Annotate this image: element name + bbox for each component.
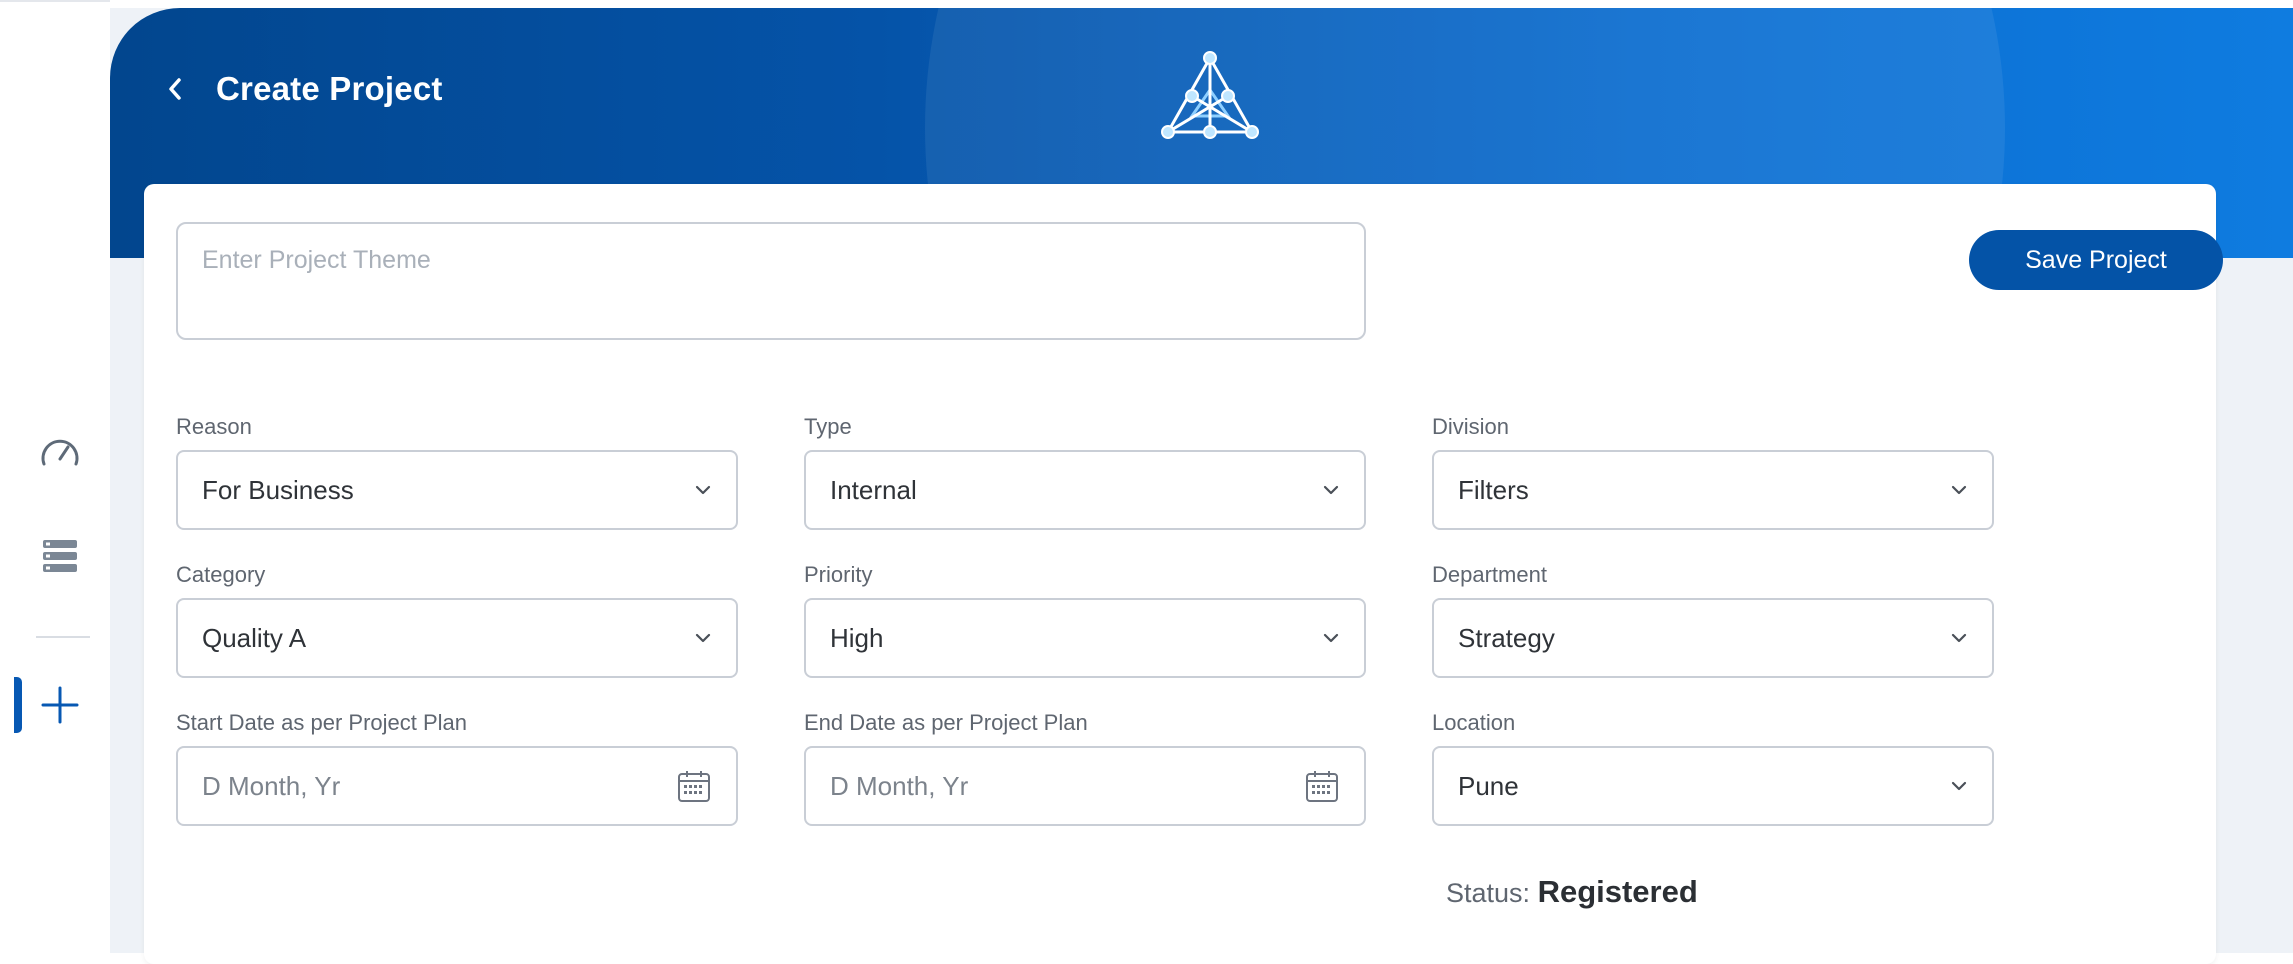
priority-label: Priority — [804, 562, 873, 587]
back-button[interactable] — [160, 74, 190, 104]
page-title: Create Project — [216, 70, 443, 107]
calendar-icon[interactable] — [1304, 768, 1340, 804]
reason-value: For Business — [202, 474, 354, 505]
header-title-group: Create Project — [160, 70, 443, 108]
type-value: Internal — [830, 474, 917, 505]
location-field: Location Pune — [1432, 710, 1994, 826]
start-date-placeholder: D Month, Yr — [202, 770, 341, 801]
priority-value: High — [830, 622, 884, 653]
reason-label: Reason — [176, 414, 252, 439]
end-date-label: End Date as per Project Plan — [804, 710, 1088, 735]
chevron-down-icon — [1951, 781, 1967, 791]
end-date-picker[interactable]: D Month, Yr — [804, 746, 1366, 826]
rail-divider — [36, 636, 90, 638]
location-value: Pune — [1458, 770, 1519, 801]
reason-field: Reason For Business — [176, 414, 738, 530]
priority-field: Priority High — [804, 562, 1366, 678]
category-select[interactable]: Quality A — [176, 598, 738, 678]
type-select[interactable]: Internal — [804, 450, 1366, 530]
division-select[interactable]: Filters — [1432, 450, 1994, 530]
start-date-label: Start Date as per Project Plan — [176, 710, 468, 735]
chevron-down-icon — [695, 485, 711, 495]
division-value: Filters — [1458, 474, 1529, 505]
department-field: Department Strategy — [1432, 562, 1994, 678]
create-project-nav[interactable] — [36, 681, 84, 729]
end-date-placeholder: D Month, Yr — [830, 770, 969, 801]
plus-icon — [41, 686, 79, 724]
department-select[interactable]: Strategy — [1432, 598, 1994, 678]
save-project-button[interactable]: Save Project — [1969, 230, 2223, 290]
side-rail — [0, 0, 110, 953]
status-label: Status: — [1446, 878, 1531, 908]
project-theme-input[interactable] — [176, 222, 1366, 340]
status-display: Status: Registered — [1446, 874, 1698, 910]
projects-list-nav[interactable] — [36, 532, 84, 580]
type-label: Type — [804, 414, 852, 439]
start-date-picker[interactable]: D Month, Yr — [176, 746, 738, 826]
reason-select[interactable]: For Business — [176, 450, 738, 530]
speedometer-icon — [41, 439, 79, 466]
division-label: Division — [1432, 414, 1510, 439]
chevron-down-icon — [1323, 485, 1339, 495]
network-triangle-logo-icon — [1161, 51, 1259, 139]
chevron-down-icon — [1323, 633, 1339, 643]
category-value: Quality A — [202, 622, 307, 653]
division-field: Division Filters — [1432, 414, 1994, 530]
category-field: Category Quality A — [176, 562, 738, 678]
type-field: Type Internal — [804, 414, 1366, 530]
active-indicator — [14, 677, 22, 733]
end-date-field: End Date as per Project Plan D Month, Yr — [804, 710, 1366, 826]
app-logo — [1150, 44, 1270, 154]
location-label: Location — [1432, 710, 1516, 735]
category-label: Category — [176, 562, 266, 587]
status-value: Registered — [1537, 874, 1698, 909]
calendar-icon[interactable] — [676, 768, 712, 804]
department-value: Strategy — [1458, 622, 1555, 653]
chevron-down-icon — [695, 633, 711, 643]
start-date-field: Start Date as per Project Plan D Month, … — [176, 710, 738, 826]
chevron-down-icon — [1951, 633, 1967, 643]
priority-select[interactable]: High — [804, 598, 1366, 678]
dashboard-nav[interactable] — [36, 428, 84, 476]
create-project-form: Save Project Reason For Business Type In… — [144, 184, 2223, 964]
chevron-down-icon — [1951, 485, 1967, 495]
location-select[interactable]: Pune — [1432, 746, 1994, 826]
list-icon — [43, 540, 77, 572]
chevron-left-icon — [169, 78, 181, 100]
department-label: Department — [1432, 562, 1547, 587]
